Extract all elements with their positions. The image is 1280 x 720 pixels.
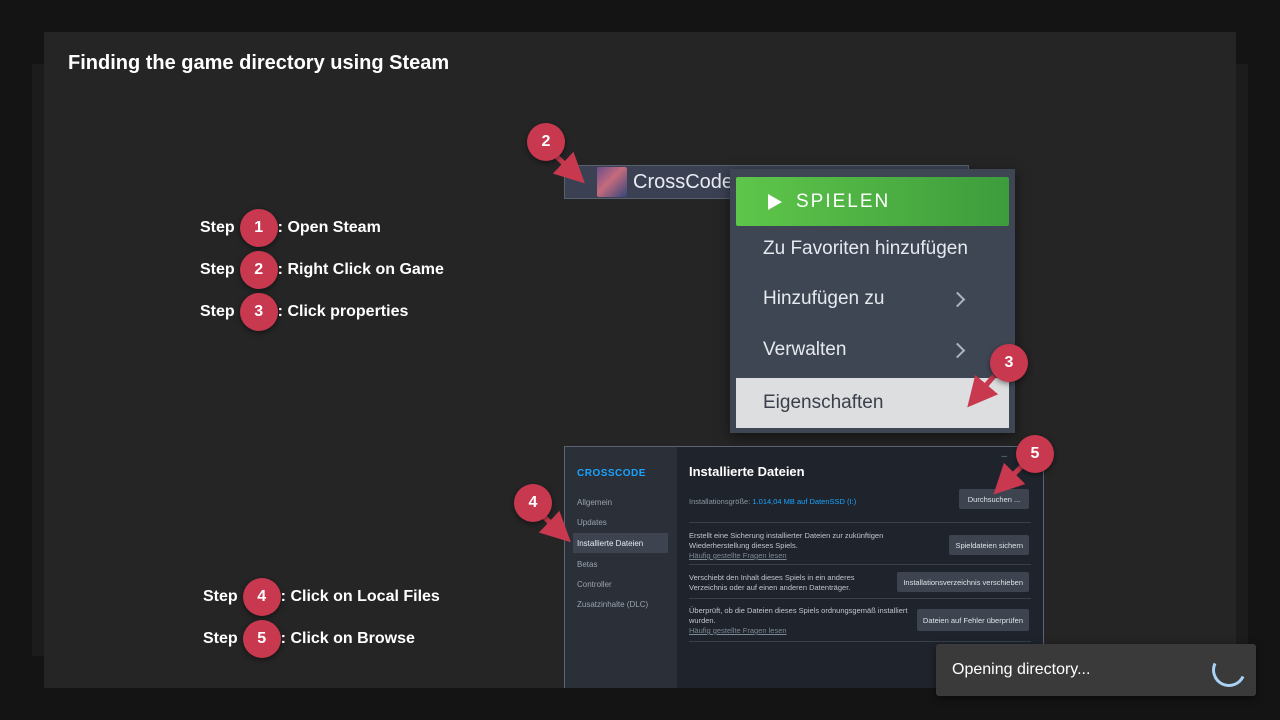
row-text: Erstellt eine Sicherung installierter Da… <box>689 531 884 550</box>
play-label: SPIELEN <box>796 190 891 212</box>
step-number-badge: 5 <box>242 620 281 658</box>
faq-link[interactable]: Häufig gestellte Fragen lesen <box>689 626 909 636</box>
verify-description: Überprüft, ob die Dateien dieses Spiels … <box>689 606 909 636</box>
step-word: Step <box>200 219 235 236</box>
chevron-right-icon <box>949 291 966 307</box>
dialog-title: Finding the game directory using Steam <box>68 52 450 74</box>
move-install-folder-button[interactable]: Installationsverzeichnis verschieben <box>897 572 1029 592</box>
divider <box>689 598 1031 599</box>
step-text: : Click properties <box>277 303 409 320</box>
minimize-icon[interactable]: – <box>1001 451 1007 462</box>
properties-heading: Installierte Dateien <box>689 464 805 479</box>
properties-sidebar: CROSSCODE Allgemein Updates Installierte… <box>565 447 677 688</box>
step-number-badge: 3 <box>239 293 278 331</box>
divider <box>689 564 1031 565</box>
callout-marker-3: 3 <box>990 344 1028 382</box>
menu-item-label: Verwalten <box>763 339 847 360</box>
guide-dialog: Finding the game directory using Steam S… <box>44 32 1236 688</box>
step-text: : Click on Local Files <box>280 588 440 605</box>
menu-item-properties[interactable]: Eigenschaften <box>736 378 1009 428</box>
context-menu: SPIELEN Zu Favoriten hinzufügen Hinzufüg… <box>730 169 1015 433</box>
step-2: Step 2 : Right Click on Game <box>200 250 444 290</box>
install-size-label: Installationsgröße: <box>689 497 751 506</box>
step-1: Step 1 : Open Steam <box>200 208 381 248</box>
step-word: Step <box>200 303 235 320</box>
nav-general[interactable]: Allgemein <box>577 498 612 507</box>
properties-game-title: CROSSCODE <box>577 468 646 479</box>
nav-betas[interactable]: Betas <box>577 560 597 569</box>
menu-item-manage[interactable]: Verwalten <box>736 327 1009 373</box>
step-number-badge: 4 <box>242 578 281 616</box>
step-number-badge: 2 <box>239 251 278 289</box>
game-thumbnail <box>597 167 627 197</box>
nav-local-files[interactable]: Installierte Dateien <box>573 533 668 553</box>
callout-marker-4: 4 <box>514 484 552 522</box>
callout-marker-2: 2 <box>527 123 565 161</box>
step-3: Step 3 : Click properties <box>200 292 408 332</box>
play-button[interactable]: SPIELEN <box>736 177 1009 226</box>
step-text: : Open Steam <box>277 219 381 236</box>
nav-controller[interactable]: Controller <box>577 580 612 589</box>
menu-item-label: Hinzufügen zu <box>763 288 885 309</box>
step-text: : Right Click on Game <box>277 261 444 278</box>
game-name: CrossCode <box>633 170 734 193</box>
step-5: Step 5 : Click on Browse <box>203 619 415 659</box>
divider <box>689 522 1031 523</box>
divider <box>689 641 1031 642</box>
nav-updates[interactable]: Updates <box>577 518 607 527</box>
chevron-right-icon <box>949 342 966 358</box>
step-number-badge: 1 <box>239 209 278 247</box>
faq-link[interactable]: Häufig gestellte Fragen lesen <box>689 551 909 561</box>
play-icon <box>768 193 782 210</box>
backup-description: Erstellt eine Sicherung installierter Da… <box>689 531 909 561</box>
step-4: Step 4 : Click on Local Files <box>203 577 440 617</box>
menu-item-label: Zu Favoriten hinzufügen <box>763 238 968 259</box>
browse-button[interactable]: Durchsuchen ... <box>959 489 1029 509</box>
install-size: Installationsgröße: 1.014,04 MB auf Date… <box>689 497 856 506</box>
menu-item-add-to[interactable]: Hinzufügen zu <box>736 276 1009 322</box>
move-description: Verschiebt den Inhalt dieses Spiels in e… <box>689 573 889 593</box>
verify-files-button[interactable]: Dateien auf Fehler überprüfen <box>916 609 1029 631</box>
step-word: Step <box>203 588 238 605</box>
callout-marker-5: 5 <box>1016 435 1054 473</box>
step-text: : Click on Browse <box>280 630 415 647</box>
row-text: Überprüft, ob die Dateien dieses Spiels … <box>689 606 908 625</box>
toast-text: Opening directory... <box>952 661 1091 678</box>
install-size-value: 1.014,04 MB auf DatenSSD (I:) <box>752 497 857 506</box>
status-toast: Opening directory... <box>936 644 1256 696</box>
menu-item-add-favorites[interactable]: Zu Favoriten hinzufügen <box>736 226 1009 272</box>
step-word: Step <box>203 630 238 647</box>
loading-spinner-icon <box>1207 648 1251 692</box>
step-word: Step <box>200 261 235 278</box>
row-text: Verschiebt den Inhalt dieses Spiels in e… <box>689 573 855 592</box>
backup-files-button[interactable]: Spieldateien sichern <box>949 535 1029 555</box>
menu-item-label: Eigenschaften <box>763 392 884 413</box>
nav-dlc[interactable]: Zusatzinhalte (DLC) <box>577 600 648 609</box>
